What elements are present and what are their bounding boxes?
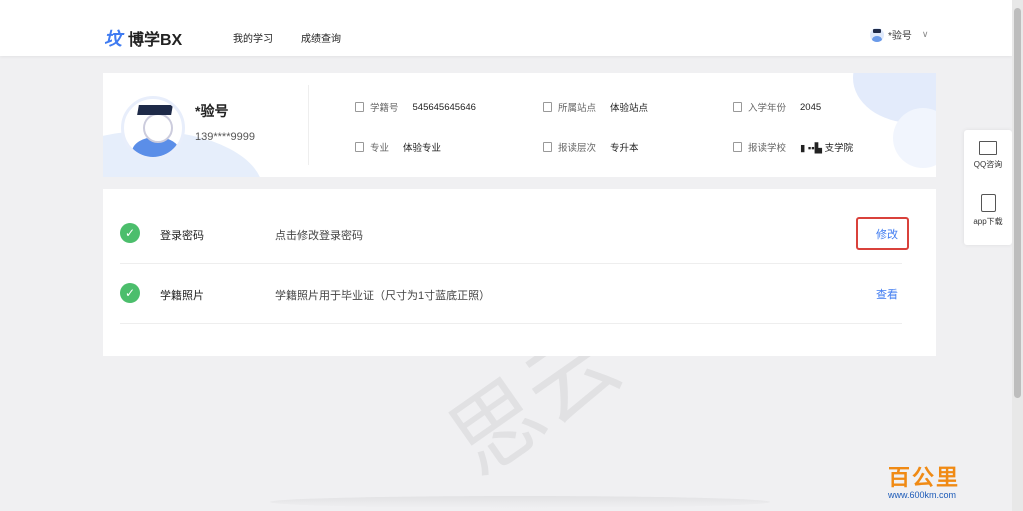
info-value: 专升本 bbox=[610, 143, 639, 154]
info-label: 所属站点 bbox=[558, 103, 597, 114]
info-label: 报读层次 bbox=[558, 143, 597, 154]
row-title: 登录密码 bbox=[160, 230, 204, 242]
top-navbar: 坟 博学BX 我的学习 成绩查询 *验号 ∨ bbox=[0, 0, 1012, 56]
site-watermark: 百公里 www.600km.com bbox=[888, 460, 960, 500]
scrollbar-thumb[interactable] bbox=[1014, 8, 1021, 398]
info-label: 专业 bbox=[370, 143, 390, 154]
info-value: 545645645646 bbox=[412, 101, 476, 113]
qq-consult-label: QQ咨询 bbox=[973, 160, 1003, 169]
info-value: 体验站点 bbox=[610, 103, 649, 114]
profile-avatar bbox=[121, 96, 185, 160]
watermark-logo: 百公里 bbox=[888, 465, 961, 490]
tablet-icon bbox=[980, 194, 996, 212]
watermark-url: www.600km.com bbox=[888, 490, 957, 500]
view-photo-button[interactable]: 查看 bbox=[876, 286, 898, 302]
scrollbar[interactable] bbox=[1012, 0, 1023, 511]
book-icon bbox=[355, 142, 364, 152]
list-item: ✓ 学籍照片 学籍照片用于毕业证（尺寸为1寸蓝底正照） 查看 bbox=[120, 263, 902, 324]
row-title: 学籍照片 bbox=[160, 290, 204, 302]
logo-mark-icon: 坟 bbox=[104, 29, 122, 49]
logo-text: 博学BX bbox=[128, 32, 183, 49]
account-security-card: ✓ 登录密码 点击修改登录密码 修改 ✓ 学籍照片 学籍照片用于毕业证（尺寸为1… bbox=[103, 189, 936, 356]
chat-icon bbox=[979, 141, 997, 155]
calendar-icon bbox=[733, 102, 742, 112]
profile-phone: 139****9999 bbox=[195, 131, 255, 143]
profile-card: *验号 139****9999 学籍号 545645645646 所属站点 体验… bbox=[103, 73, 936, 177]
info-station: 所属站点 体验站点 bbox=[543, 100, 648, 114]
info-student-id: 学籍号 545645645646 bbox=[355, 100, 476, 114]
list-item: ✓ 登录密码 点击修改登录密码 修改 bbox=[120, 203, 902, 264]
check-icon: ✓ bbox=[120, 223, 140, 243]
info-major: 专业 体验专业 bbox=[355, 140, 441, 154]
id-card-icon bbox=[355, 102, 364, 112]
user-menu[interactable]: *验号 ∨ bbox=[870, 27, 929, 42]
info-label: 入学年份 bbox=[748, 103, 787, 114]
info-value: 2045 bbox=[800, 101, 822, 113]
row-description: 点击修改登录密码 bbox=[275, 230, 363, 242]
highlight-box bbox=[856, 217, 909, 250]
decor-shadow bbox=[270, 496, 770, 508]
user-avatar-icon bbox=[870, 27, 884, 42]
document-icon bbox=[543, 142, 552, 152]
info-label: 学籍号 bbox=[370, 103, 399, 114]
sitemap-icon bbox=[543, 102, 552, 112]
nav-my-learning[interactable]: 我的学习 bbox=[233, 30, 273, 45]
profile-name: *验号 bbox=[195, 103, 229, 119]
info-year: 入学年份 2045 bbox=[733, 100, 821, 114]
info-value: ▮ ▪▪▙ 支学院 bbox=[800, 143, 854, 154]
floating-sidebar: QQ咨询 app下载 bbox=[964, 130, 1012, 245]
chevron-down-icon: ∨ bbox=[921, 29, 929, 39]
nav-grade-query[interactable]: 成绩查询 bbox=[301, 30, 341, 45]
site-logo[interactable]: 坟 博学BX bbox=[104, 25, 182, 51]
info-level: 报读层次 专升本 bbox=[543, 140, 639, 154]
info-label: 报读学校 bbox=[748, 143, 787, 154]
info-school: 报读学校 ▮ ▪▪▙ 支学院 bbox=[733, 140, 853, 154]
divider bbox=[308, 85, 309, 165]
app-download-label: app下载 bbox=[973, 217, 1003, 226]
info-value: 体验专业 bbox=[403, 143, 442, 154]
user-name: *验号 bbox=[888, 31, 912, 42]
row-description: 学籍照片用于毕业证（尺寸为1寸蓝底正照） bbox=[275, 290, 491, 302]
check-icon: ✓ bbox=[120, 283, 140, 303]
app-download-button[interactable]: app下载 bbox=[964, 194, 1012, 227]
school-icon bbox=[733, 142, 742, 152]
qq-consult-button[interactable]: QQ咨询 bbox=[964, 141, 1012, 170]
